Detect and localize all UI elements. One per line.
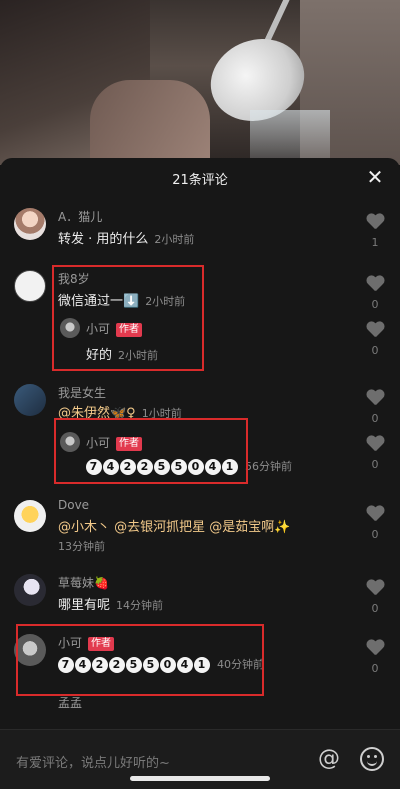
- video-background: [0, 0, 400, 165]
- comment-username[interactable]: 我是女生: [58, 384, 106, 401]
- comment-text: 哪里有呢 14分钟前: [58, 594, 163, 613]
- like-button[interactable]: 0: [364, 390, 386, 425]
- highlight-box: [16, 624, 264, 696]
- avatar[interactable]: [14, 574, 46, 606]
- emoji-icon[interactable]: [360, 747, 384, 771]
- like-button[interactable]: 0: [364, 640, 386, 675]
- like-count: 0: [371, 298, 379, 311]
- avatar[interactable]: [14, 384, 46, 416]
- video-water: [250, 110, 330, 165]
- like-count: 0: [371, 602, 379, 615]
- comment-item[interactable]: Dove @小木丶 @去银河抓把星 @是茹宝啊✨ 13分钟前 0: [0, 496, 400, 558]
- at-mention-icon[interactable]: @: [316, 746, 342, 772]
- comment-input[interactable]: 有爱评论，说点儿好听的~: [16, 752, 170, 771]
- comment-text: 转发 · 用的什么 2小时前: [58, 228, 194, 247]
- avatar[interactable]: [14, 208, 46, 240]
- close-icon[interactable]: ✕: [364, 166, 386, 188]
- comment-username[interactable]: 孟孟: [58, 694, 82, 711]
- heart-icon: [366, 214, 384, 230]
- comment-sheet: 21条评论 ✕ A．猫儿 转发 · 用的什么 2小时前 1 我8岁 微信通过一⬇️…: [0, 158, 400, 789]
- like-button[interactable]: 0: [364, 276, 386, 311]
- comment-body: 哪里有呢: [58, 598, 111, 613]
- heart-icon: [366, 506, 384, 522]
- comment-username[interactable]: Dove: [58, 498, 89, 512]
- avatar[interactable]: [14, 270, 46, 302]
- comment-item[interactable]: 孟孟: [0, 694, 400, 714]
- comment-time: 13分钟前: [58, 540, 105, 553]
- mention-links[interactable]: @小木丶 @去银河抓把星 @是茹宝啊✨: [58, 516, 290, 535]
- like-count: 1: [371, 236, 379, 249]
- comment-time: 2小时前: [154, 233, 195, 246]
- heart-icon: [366, 276, 384, 292]
- comment-input-bar: 有爱评论，说点儿好听的~ @: [0, 729, 400, 789]
- like-button[interactable]: 0: [364, 322, 386, 357]
- like-button[interactable]: 0: [364, 506, 386, 541]
- sheet-header: 21条评论 ✕: [0, 158, 400, 198]
- comment-username[interactable]: A．猫儿: [58, 208, 102, 225]
- heart-icon: [366, 580, 384, 596]
- comment-count-title: 21条评论: [172, 172, 228, 188]
- avatar[interactable]: [14, 500, 46, 532]
- like-button[interactable]: 1: [364, 214, 386, 249]
- like-count: 0: [371, 412, 379, 425]
- heart-icon: [366, 640, 384, 656]
- heart-icon: [366, 322, 384, 338]
- like-count: 0: [371, 344, 379, 357]
- reply-time: 56分钟前: [245, 460, 292, 473]
- heart-icon: [366, 390, 384, 406]
- comment-username[interactable]: 草莓妹🍓: [58, 574, 109, 591]
- comment-time: 14分钟前: [116, 599, 164, 612]
- highlight-box: [52, 265, 204, 371]
- highlight-box: [54, 418, 248, 484]
- heart-icon: [366, 436, 384, 452]
- like-button[interactable]: 0: [364, 580, 386, 615]
- video-hand: [90, 80, 210, 165]
- like-count: 0: [371, 458, 379, 471]
- like-count: 0: [371, 662, 379, 675]
- like-button[interactable]: 0: [364, 436, 386, 471]
- home-indicator: [130, 776, 270, 781]
- comment-body: 转发 · 用的什么: [58, 232, 149, 247]
- comment-item[interactable]: 草莓妹🍓 哪里有呢 14分钟前 0: [0, 570, 400, 620]
- like-count: 0: [371, 528, 379, 541]
- comment-item[interactable]: A．猫儿 转发 · 用的什么 2小时前 1: [0, 204, 400, 254]
